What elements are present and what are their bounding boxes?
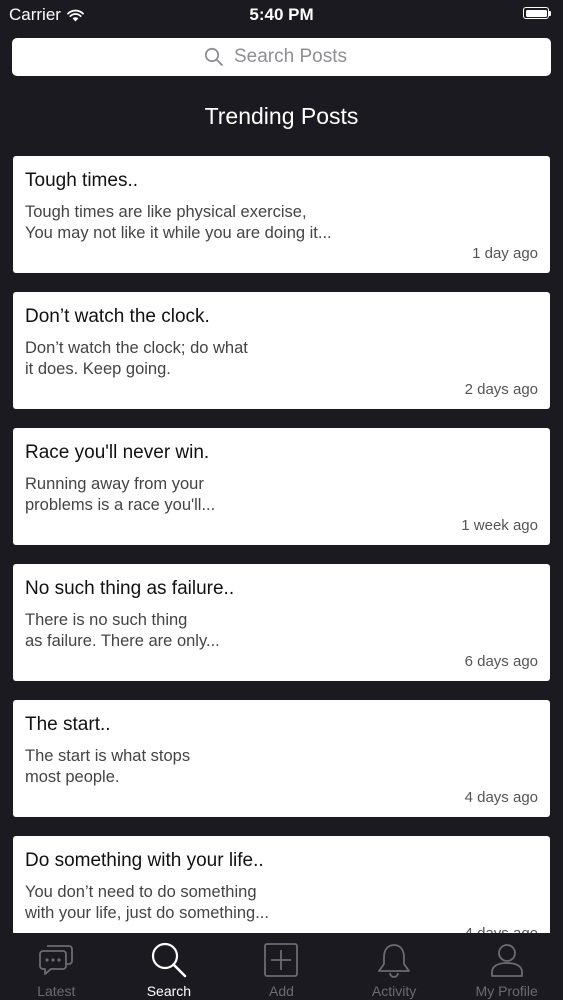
post-timestamp: 1 week ago <box>461 517 538 534</box>
post-excerpt-line: There is no such thing <box>25 611 188 629</box>
post-card[interactable]: No such thing as failure.. There is no s… <box>13 564 550 681</box>
battery-icon <box>523 7 553 21</box>
post-excerpt-line: as failure. There are only... <box>25 632 220 650</box>
post-excerpt: The start is what stops most people. <box>25 746 355 788</box>
post-excerpt: Tough times are like physical exercise, … <box>25 202 355 244</box>
post-timestamp: 2 days ago <box>464 381 538 398</box>
post-title: Don’t watch the clock. <box>25 306 210 327</box>
search-input[interactable] <box>234 46 359 68</box>
tab-latest[interactable]: Latest <box>0 933 113 1000</box>
post-excerpt-line: with your life, just do something... <box>25 904 269 922</box>
post-title: Tough times.. <box>25 170 138 191</box>
user-icon <box>487 940 527 980</box>
status-bar: Carrier 5:40 PM <box>0 0 563 30</box>
bell-icon <box>374 940 414 980</box>
post-card[interactable]: Race you'll never win. Running away from… <box>13 428 550 545</box>
post-card[interactable]: Do something with your life.. You don’t … <box>13 836 550 933</box>
tab-my-profile[interactable]: My Profile <box>450 933 563 1000</box>
post-card[interactable]: The start.. The start is what stops most… <box>13 700 550 817</box>
tab-label: Search <box>146 983 192 999</box>
post-excerpt: There is no such thing as failure. There… <box>25 610 355 652</box>
post-feed[interactable]: Tough times.. Tough times are like physi… <box>13 156 550 933</box>
tab-label: Latest <box>37 983 76 999</box>
tab-label: Activity <box>371 983 417 999</box>
post-excerpt: Running away from your problems is a rac… <box>25 474 355 516</box>
search-bar[interactable] <box>12 38 551 76</box>
tab-add[interactable]: Add <box>225 933 338 1000</box>
post-timestamp: 6 days ago <box>464 653 538 670</box>
post-timestamp: 4 days ago <box>464 789 538 806</box>
tab-label: Add <box>269 983 294 999</box>
post-excerpt-line: it does. Keep going. <box>25 360 171 378</box>
post-excerpt-line: Running away from your <box>25 475 204 493</box>
post-title: Race you'll never win. <box>25 442 210 463</box>
post-excerpt-line: Tough times are like physical exercise, <box>25 203 307 221</box>
add-square-icon <box>261 940 301 980</box>
post-title: No such thing as failure.. <box>25 578 235 599</box>
post-timestamp: 1 day ago <box>472 245 538 262</box>
search-icon <box>204 47 223 66</box>
post-excerpt-line: You may not like it while you are doing … <box>25 224 332 242</box>
post-excerpt-line: most people. <box>25 768 120 786</box>
section-title: Trending Posts <box>204 103 359 129</box>
post-title: Do something with your life.. <box>25 850 264 871</box>
post-excerpt-line: Don’t watch the clock; do what <box>25 339 248 357</box>
tab-bar: Latest Search Add Activity My Profile <box>0 933 563 1000</box>
status-time: 5:40 PM <box>249 5 314 24</box>
post-excerpt: You don’t need to do something with your… <box>25 882 355 924</box>
post-timestamp: 4 days ago <box>465 925 538 933</box>
post-card[interactable]: Tough times.. Tough times are like physi… <box>13 156 550 273</box>
tab-activity[interactable]: Activity <box>338 933 451 1000</box>
tab-search[interactable]: Search <box>113 933 226 1000</box>
post-excerpt-line: The start is what stops <box>25 747 191 765</box>
search-icon <box>149 940 189 980</box>
chat-bubble-icon <box>36 940 76 980</box>
post-excerpt-line: problems is a race you'll... <box>25 496 216 514</box>
post-excerpt-line: You don’t need to do something <box>25 883 257 901</box>
post-excerpt: Don’t watch the clock; do what it does. … <box>25 338 355 380</box>
tab-label: My Profile <box>475 983 538 999</box>
post-title: The start.. <box>25 714 111 735</box>
post-card[interactable]: Don’t watch the clock. Don’t watch the c… <box>13 292 550 409</box>
